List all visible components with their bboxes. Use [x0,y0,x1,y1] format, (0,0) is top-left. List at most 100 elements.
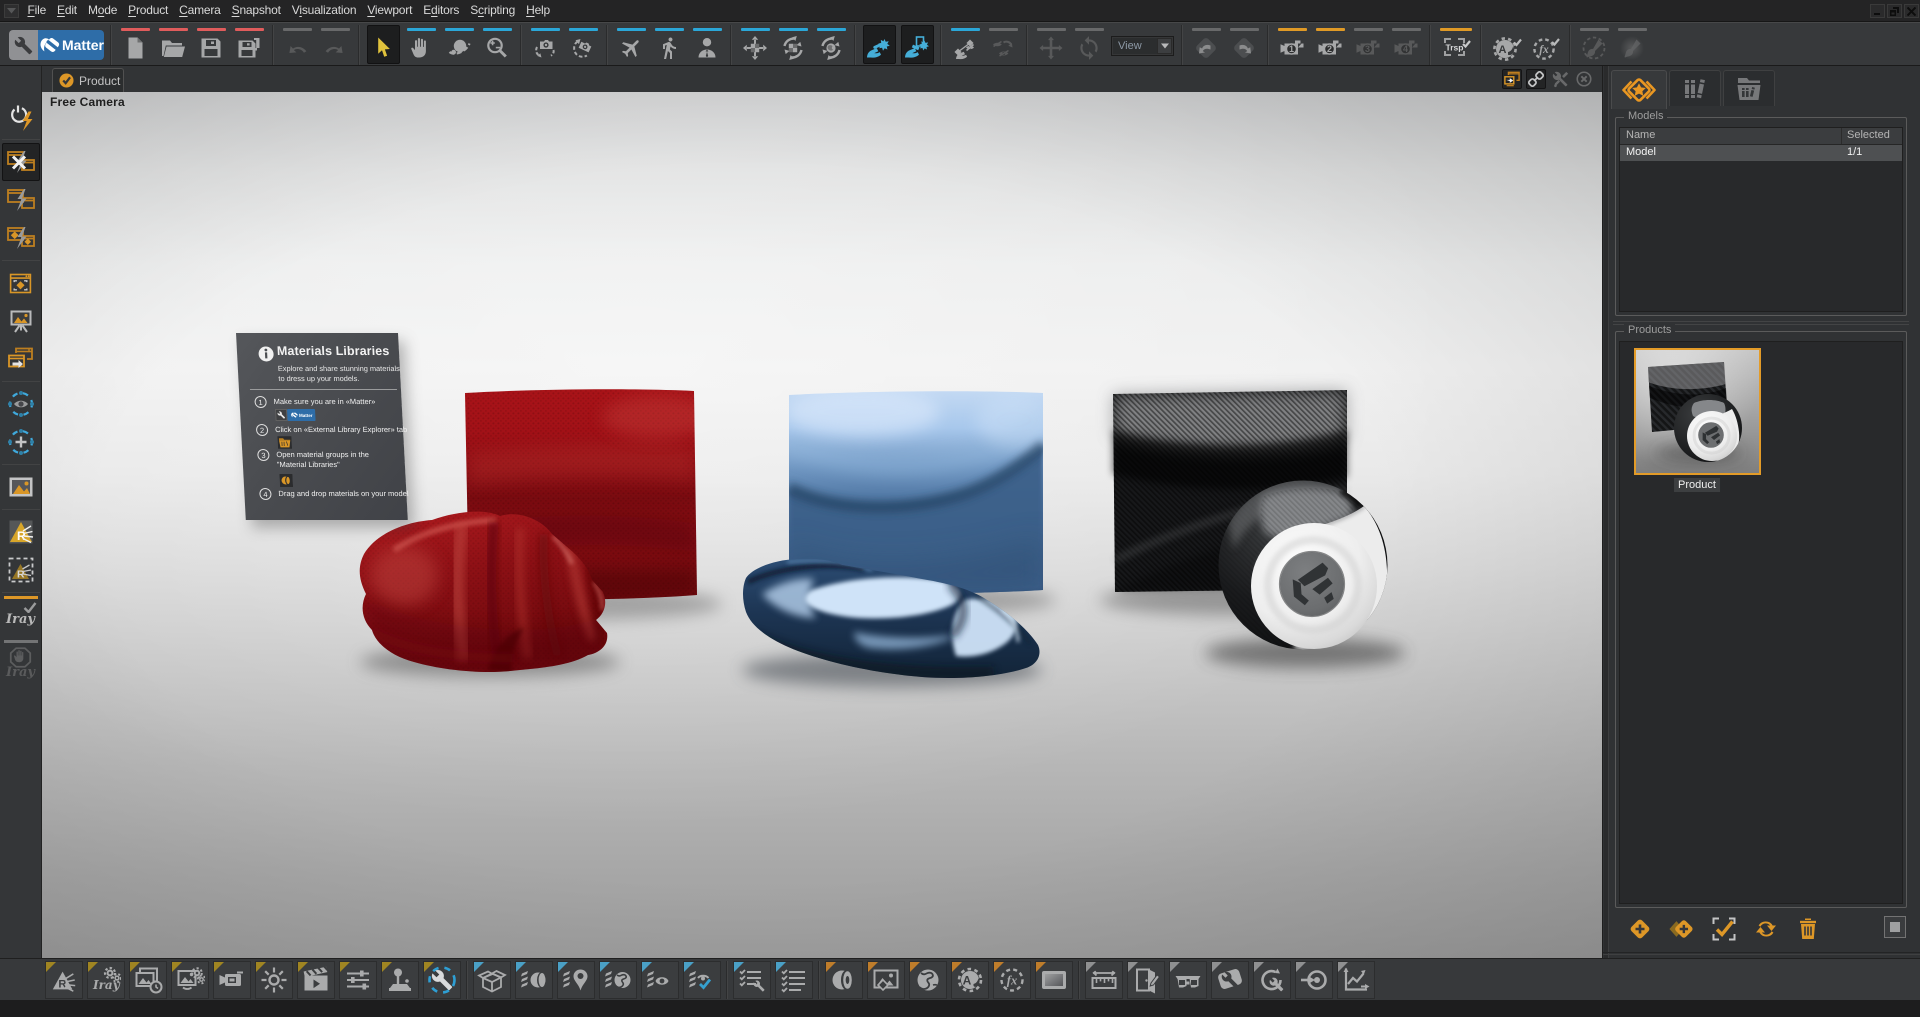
menu-visualization[interactable]: Visualization [286,0,362,22]
gear-wrench-button[interactable] [1253,961,1291,999]
fly-tool-button[interactable] [615,25,648,64]
render-frame-button[interactable]: R [45,961,83,999]
menu-viewport[interactable]: Viewport [362,0,418,22]
translate-object-button[interactable] [739,25,772,64]
realtime-render-button[interactable] [2,98,40,136]
new-document-button[interactable] [119,25,152,64]
hidden-surfaces-view-button[interactable] [987,25,1020,64]
image-viewer-button[interactable] [2,468,40,506]
menu-help[interactable]: Help [521,0,556,22]
select-products-button[interactable] [1711,916,1737,942]
measure-button[interactable] [1085,961,1123,999]
render-region-button[interactable]: R [2,513,40,551]
minimize-button[interactable] [1870,4,1885,18]
menu-camera[interactable]: Camera [174,0,226,22]
viewport-3d[interactable]: Free Camera Materials Libraries Explore … [42,92,1602,958]
walk-tool-button[interactable] [653,25,686,64]
presentation-button[interactable] [2,302,40,340]
antialias-settings-button[interactable]: A [951,961,989,999]
background-image-button[interactable] [867,961,905,999]
statistics-button[interactable] [1337,961,1375,999]
layers-position-button[interactable] [557,961,595,999]
snapshot-batch-button[interactable] [129,961,167,999]
detach-window-button[interactable] [2,340,40,378]
model-selected-cell[interactable]: 1/1 [1842,145,1902,161]
zoom-tool-button[interactable] [481,25,514,64]
layers-globe-button[interactable] [599,961,637,999]
delete-product-button[interactable] [1795,916,1821,942]
camera-1-button[interactable]: 1 [1276,25,1309,64]
next-configuration-button[interactable] [1228,25,1261,64]
reset-view-button[interactable] [1073,25,1106,64]
trigger-sensor-button[interactable] [863,25,896,64]
models-row-model[interactable]: Model 1/1 [1620,145,1902,161]
save-button[interactable] [195,25,228,64]
camera-orbit-button[interactable] [529,25,562,64]
layers-check-button[interactable] [683,961,721,999]
head-tool-button[interactable] [691,25,724,64]
render-disabled-button[interactable] [2,143,40,181]
joystick-button[interactable] [381,961,419,999]
product-thumbnail[interactable] [1634,348,1761,475]
iray-stop-button[interactable]: Iray [2,640,40,692]
image-settings-button[interactable] [171,961,209,999]
film-frame-button[interactable] [1035,961,1073,999]
redo-button[interactable] [319,25,352,64]
camera-turntable-button[interactable] [567,25,600,64]
shaper-mode-button[interactable] [9,30,38,60]
trigger-sensor-window-button[interactable] [901,25,934,64]
close-viewport-button[interactable] [1574,69,1594,89]
open-file-button[interactable] [157,25,190,64]
checklist-button[interactable] [775,961,813,999]
menu-snapshot[interactable]: Snapshot [226,0,286,22]
toolbar-overflow-icon[interactable] [4,4,19,18]
paint-brush-button[interactable] [1578,25,1611,64]
matter-editor-button[interactable] [423,961,461,999]
restore-button[interactable] [1887,4,1902,18]
capture-product-button[interactable] [2,264,40,302]
previous-configuration-button[interactable] [1190,25,1223,64]
menu-scripting[interactable]: Scripting [465,0,521,22]
camera-4-button[interactable]: 4 [1390,25,1423,64]
matter-mode-button[interactable]: Matter [38,30,104,60]
close-button[interactable] [1904,4,1919,18]
target-arrow-button[interactable] [1295,961,1333,999]
menu-mode[interactable]: Mode [82,0,122,22]
menu-editors[interactable]: Editors [418,0,465,22]
paint-airbrush-button[interactable] [1616,25,1649,64]
tab-external-library[interactable] [1723,70,1775,106]
door-editor-button[interactable] [1127,961,1165,999]
tab-library[interactable] [1669,70,1721,106]
viewport-tab-product[interactable]: Product [52,68,124,92]
camera-2-button[interactable]: 2 [1314,25,1347,64]
camera-3-button[interactable]: 3 [1352,25,1385,64]
animation-button[interactable] [297,961,335,999]
tab-products[interactable] [1611,70,1667,109]
transparency-button[interactable]: Trsp [1438,25,1474,64]
layers-disc-button[interactable] [515,961,553,999]
models-col-selected[interactable]: Selected [1842,128,1902,144]
pan-tool-button[interactable] [405,25,438,64]
save-as-button[interactable] [233,25,266,64]
environment-globe-button[interactable] [909,961,947,999]
product-box-button[interactable] [473,961,511,999]
sun-environment-button[interactable] [255,961,293,999]
menu-file[interactable]: File [22,0,52,22]
select-tool-button[interactable] [367,25,400,64]
rotate-object-button[interactable] [777,25,810,64]
add-product-button[interactable] [1627,916,1653,942]
render-products-button[interactable] [2,219,40,257]
settings-sliders-button[interactable] [339,961,377,999]
material-disc-button[interactable] [825,961,863,999]
menu-edit[interactable]: Edit [52,0,83,22]
layers-visibility-button[interactable] [641,961,679,999]
show-orbit-button[interactable] [2,385,40,423]
iray-toggle-button[interactable]: Iray [2,596,40,636]
wrench-badge-button[interactable] [1211,961,1249,999]
refresh-products-button[interactable] [1753,916,1779,942]
antialiasing-button[interactable]: A [1489,25,1525,64]
video-camera-button[interactable] [213,961,251,999]
fx-settings-button[interactable]: fx [993,961,1031,999]
link-viewport-button[interactable] [1526,69,1546,89]
move-all-button[interactable] [1035,25,1068,64]
